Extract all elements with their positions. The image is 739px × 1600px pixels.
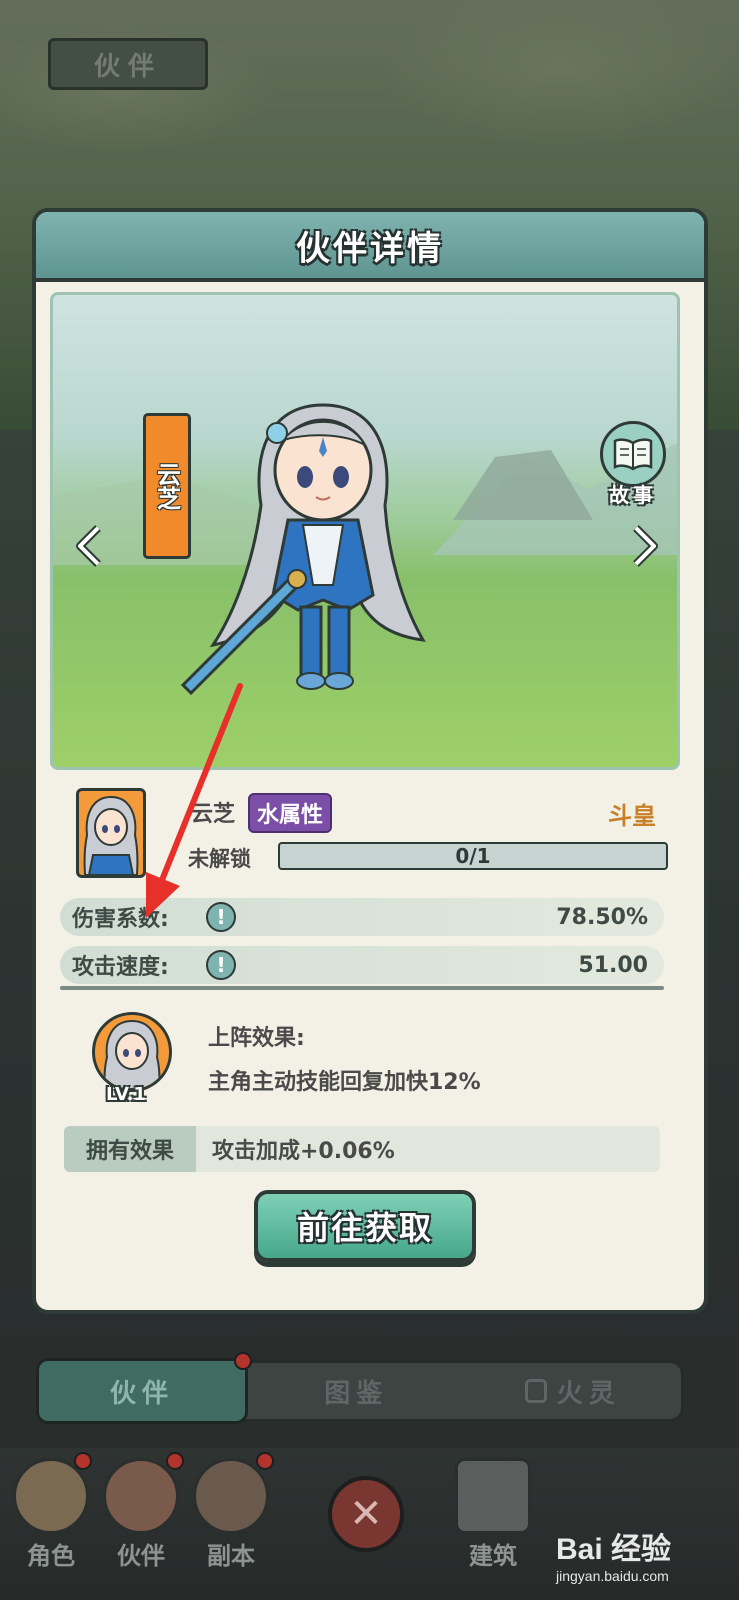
baidu-watermark: Bai 经验 jingyan.baidu.com	[556, 1524, 736, 1594]
watermark-main: Bai 经验	[556, 1533, 672, 1566]
own-effect-value: 攻击加成+0.06%	[212, 1139, 395, 1164]
notification-dot	[166, 1452, 184, 1470]
lock-icon	[524, 1379, 547, 1403]
unlock-progress-text: 0/1	[455, 844, 491, 868]
prev-character-arrow[interactable]	[73, 523, 103, 569]
next-character-arrow[interactable]	[631, 523, 661, 569]
story-label: 故事	[609, 483, 657, 507]
chevron-right-icon	[633, 525, 658, 567]
nav-label: 伙伴	[117, 1542, 165, 1570]
character-name-banner: 云芝	[143, 413, 191, 559]
book-icon	[600, 421, 666, 487]
notification-dot	[256, 1452, 274, 1470]
deploy-effect-title: 上阵效果:	[208, 1026, 305, 1051]
unlock-progress-bar: 0/1	[278, 842, 668, 870]
section-divider	[60, 986, 664, 990]
nav-dungeon[interactable]: 副本	[188, 1458, 274, 1588]
level-label: LV.1	[106, 1084, 146, 1105]
bottom-tab-bar: 伙伴 图鉴 火灵	[36, 1358, 684, 1424]
story-button[interactable]: 故事	[593, 421, 673, 511]
go-acquire-label: 前往获取	[296, 1209, 433, 1247]
character-avatar	[76, 788, 146, 878]
modal-title: 伙伴详情	[296, 228, 444, 269]
deploy-effect-avatar	[92, 1012, 172, 1092]
partner-icon	[103, 1458, 179, 1534]
nav-building[interactable]: 建筑	[450, 1458, 536, 1588]
chevron-left-icon	[76, 525, 101, 567]
info-icon[interactable]: !	[206, 950, 236, 980]
dungeon-icon	[193, 1458, 269, 1534]
building-icon	[455, 1458, 531, 1534]
stat-label: 攻击速度:	[72, 955, 169, 980]
own-effect-label: 拥有效果	[64, 1126, 196, 1172]
attribute-badge: 水属性	[248, 793, 333, 833]
close-button[interactable]: ✕	[328, 1476, 404, 1552]
notification-dot	[234, 1352, 252, 1370]
stat-row-damage: 伤害系数: ! 78.50%	[60, 898, 664, 936]
nav-role[interactable]: 角色	[8, 1458, 94, 1588]
stat-row-attack-speed: 攻击速度: ! 51.00	[60, 946, 664, 984]
character-name: 云芝	[191, 802, 236, 827]
own-effect-row: 拥有效果 攻击加成+0.06%	[64, 1126, 660, 1172]
character-showcase: 云芝 故事	[50, 292, 680, 770]
nav-label: 角色	[27, 1542, 75, 1570]
nav-label: 建筑	[469, 1542, 517, 1570]
deploy-effect-description: 主角主动技能回复加快12%	[208, 1070, 481, 1095]
stat-value: 78.50%	[556, 904, 648, 930]
info-icon[interactable]: !	[206, 902, 236, 932]
character-name-banner-text: 云芝	[152, 462, 181, 510]
unlock-status-label: 未解锁	[188, 847, 251, 871]
bg-rock	[453, 450, 593, 520]
modal-header: 伙伴详情	[36, 212, 704, 282]
notification-dot	[74, 1452, 92, 1470]
role-icon	[13, 1458, 89, 1534]
stat-value: 51.00	[578, 952, 648, 978]
nav-label: 副本	[207, 1542, 255, 1570]
nav-partner[interactable]: 伙伴	[98, 1458, 184, 1588]
character-illustration	[180, 403, 426, 696]
tab-collection[interactable]: 图鉴	[248, 1363, 465, 1419]
partner-detail-modal: 伙伴详情 云芝 故事 云芝 水属性 斗皇 未解锁 0/1 伤害系数: ! 78.…	[32, 208, 708, 1314]
stat-label: 伤害系数:	[72, 907, 169, 932]
character-rank: 斗皇	[608, 802, 656, 830]
tab-fire-spirit[interactable]: 火灵	[465, 1363, 682, 1419]
watermark-sub: jingyan.baidu.com	[556, 1568, 669, 1584]
close-icon: ✕	[349, 1491, 383, 1537]
tab-partner[interactable]: 伙伴	[36, 1358, 248, 1424]
go-acquire-button[interactable]: 前往获取	[254, 1190, 476, 1262]
